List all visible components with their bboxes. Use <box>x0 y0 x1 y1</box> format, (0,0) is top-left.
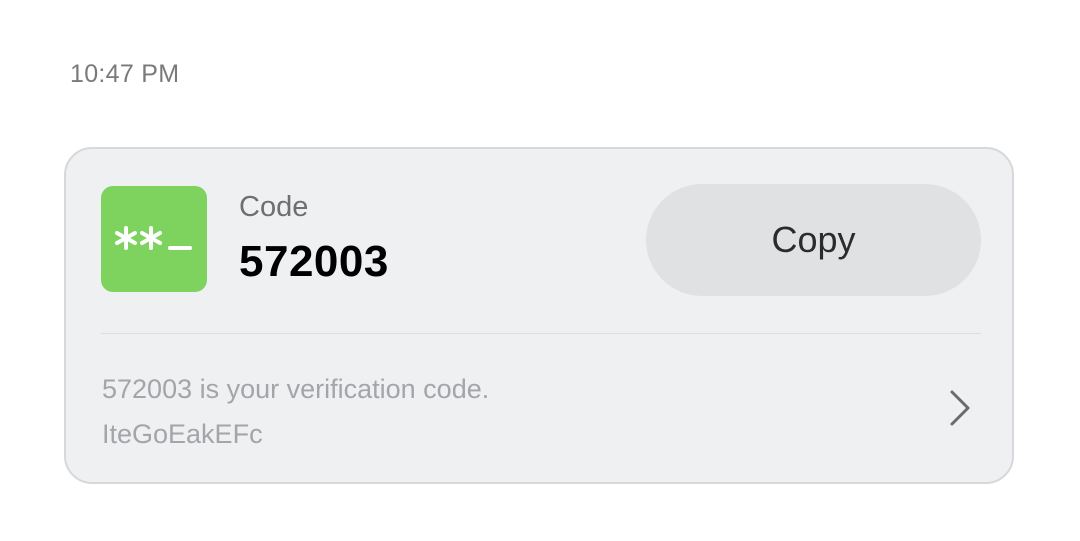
code-value: 572003 <box>239 237 389 286</box>
message-line-2: IteGoEakEFc <box>102 419 263 449</box>
chevron-right-icon[interactable] <box>946 389 974 427</box>
password-code-icon <box>101 186 207 292</box>
timestamp: 10:47 PM <box>70 60 180 88</box>
divider <box>101 333 981 334</box>
code-label: Code <box>239 191 309 223</box>
message-line-1: 572003 is your verification code. <box>102 374 490 404</box>
message-preview[interactable]: 572003 is your verification code. IteGoE… <box>102 367 862 457</box>
copy-button[interactable]: Copy <box>646 184 981 296</box>
verification-code-card: Code 572003 Copy 572003 is your verifica… <box>64 147 1014 484</box>
